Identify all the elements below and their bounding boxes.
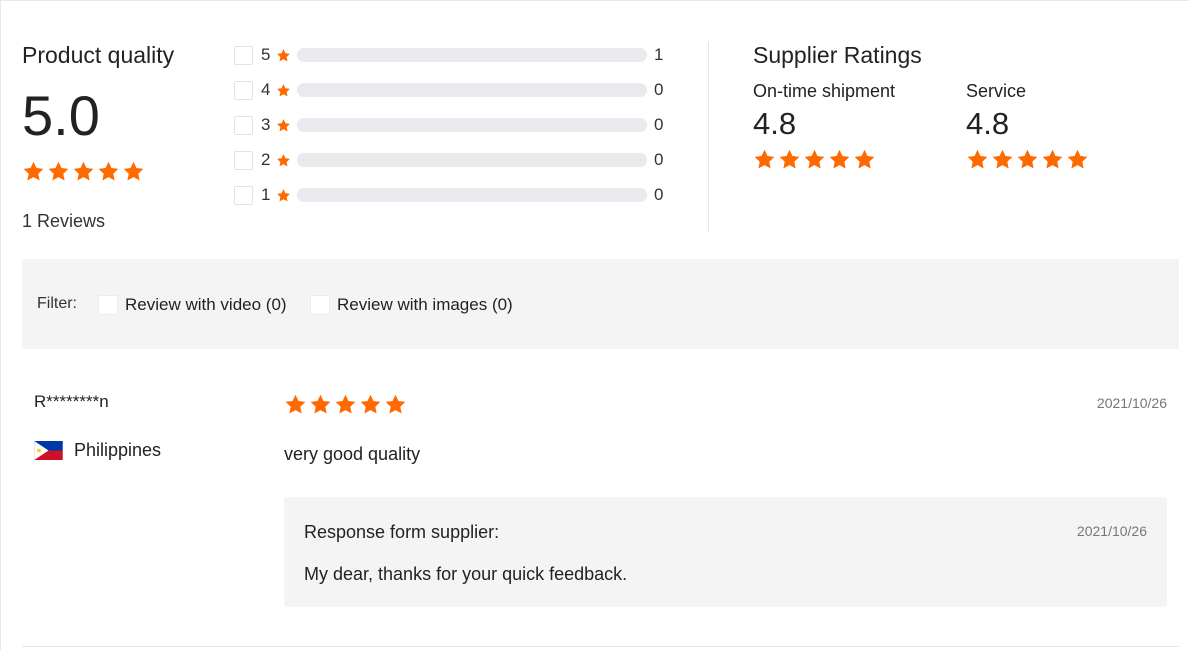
star-icon xyxy=(285,394,306,414)
rating-1-checkbox[interactable] xyxy=(234,186,253,205)
filter-video-option[interactable]: Review with video (0) xyxy=(98,295,287,315)
rating-bar xyxy=(297,83,647,97)
star-icon xyxy=(276,83,291,103)
rating-row-stars: 3 xyxy=(261,115,271,134)
supplier-response: Response form supplier: 2021/10/26 My de… xyxy=(284,497,1167,607)
star-icon xyxy=(276,188,291,208)
rating-stars xyxy=(966,148,1089,171)
supplier-ratings-title: Supplier Ratings xyxy=(753,42,922,68)
rating-row-count: 1 xyxy=(654,45,664,64)
star-icon xyxy=(277,49,290,62)
star-icon xyxy=(829,149,850,169)
star-icon xyxy=(277,154,290,167)
rating-row-stars: 4 xyxy=(261,80,271,99)
filter-bar: Filter: Review with video (0) Review wit… xyxy=(22,259,1179,349)
star-icon xyxy=(277,84,290,97)
service-rating: Service 4.8 xyxy=(966,81,1089,171)
video-filter-checkbox[interactable] xyxy=(98,295,118,315)
star-icon xyxy=(854,149,875,169)
rating-bar xyxy=(297,153,647,167)
star-icon xyxy=(98,161,119,181)
reviewer-name: R********n xyxy=(34,392,109,411)
star-icon xyxy=(804,149,825,169)
rating-row-stars: 5 xyxy=(261,45,271,64)
on-time-shipment-rating: On-time shipment 4.8 xyxy=(753,81,895,171)
rating-2-checkbox[interactable] xyxy=(234,151,253,170)
star-icon xyxy=(1042,149,1063,169)
rating-score: 4.8 xyxy=(966,106,1010,141)
filter-label: Filter: xyxy=(37,295,77,312)
response-title: Response form supplier: xyxy=(304,522,500,542)
rating-bar xyxy=(297,118,647,132)
star-icon xyxy=(360,394,381,414)
star-icon xyxy=(310,394,331,414)
review-stars xyxy=(284,393,407,416)
star-icon xyxy=(73,161,94,181)
rating-row-stars: 2 xyxy=(261,150,271,169)
star-icon xyxy=(779,149,800,169)
star-icon xyxy=(276,118,291,138)
rating-bar xyxy=(297,48,647,62)
rating-row-count: 0 xyxy=(654,115,664,134)
rating-bar xyxy=(297,188,647,202)
star-icon xyxy=(277,119,290,132)
response-text: My dear, thanks for your quick feedback. xyxy=(304,564,628,584)
star-icon xyxy=(276,153,291,173)
rating-row-count: 0 xyxy=(654,150,664,169)
rating-score: 4.8 xyxy=(753,106,797,141)
rating-3-checkbox[interactable] xyxy=(234,116,253,135)
rating-4-checkbox[interactable] xyxy=(234,81,253,100)
product-quality-title: Product quality xyxy=(22,42,175,68)
rating-row-3[interactable]: 3 0 xyxy=(234,114,674,136)
star-icon xyxy=(385,394,406,414)
filter-option-label: Review with video (0) xyxy=(125,295,287,314)
review-date: 2021/10/26 xyxy=(1096,395,1167,411)
filter-images-option[interactable]: Review with images (0) xyxy=(310,295,513,315)
reviewer-country: Philippines xyxy=(34,440,161,461)
star-icon xyxy=(967,149,988,169)
images-filter-checkbox[interactable] xyxy=(310,295,330,315)
rating-row-stars: 1 xyxy=(261,185,271,204)
rating-row-4[interactable]: 4 0 xyxy=(234,79,674,101)
filter-option-label: Review with images (0) xyxy=(337,295,513,314)
star-icon xyxy=(276,48,291,68)
rating-label: Service xyxy=(966,81,1027,101)
bottom-divider xyxy=(22,646,1179,647)
product-quality-stars xyxy=(22,160,145,183)
rating-5-checkbox[interactable] xyxy=(234,46,253,65)
star-icon xyxy=(1067,149,1088,169)
reviews-count: 1 Reviews xyxy=(22,211,106,231)
star-icon xyxy=(754,149,775,169)
star-icon xyxy=(48,161,69,181)
rating-row-1[interactable]: 1 0 xyxy=(234,184,674,206)
review-text: very good quality xyxy=(284,444,421,464)
star-icon xyxy=(1017,149,1038,169)
star-icon xyxy=(23,161,44,181)
philippines-flag-icon xyxy=(34,441,63,460)
response-date: 2021/10/26 xyxy=(1076,523,1147,539)
product-quality-score: 5.0 xyxy=(22,84,100,147)
rating-stars xyxy=(753,148,895,171)
rating-row-count: 0 xyxy=(654,80,664,99)
star-icon xyxy=(992,149,1013,169)
rating-row-5[interactable]: 5 1 xyxy=(234,44,674,66)
vertical-divider xyxy=(708,42,709,232)
star-icon xyxy=(277,189,290,202)
star-icon xyxy=(335,394,356,414)
rating-row-2[interactable]: 2 0 xyxy=(234,149,674,171)
country-name: Philippines xyxy=(74,440,162,460)
rating-row-count: 0 xyxy=(654,185,664,204)
rating-label: On-time shipment xyxy=(753,81,896,101)
star-icon xyxy=(123,161,144,181)
